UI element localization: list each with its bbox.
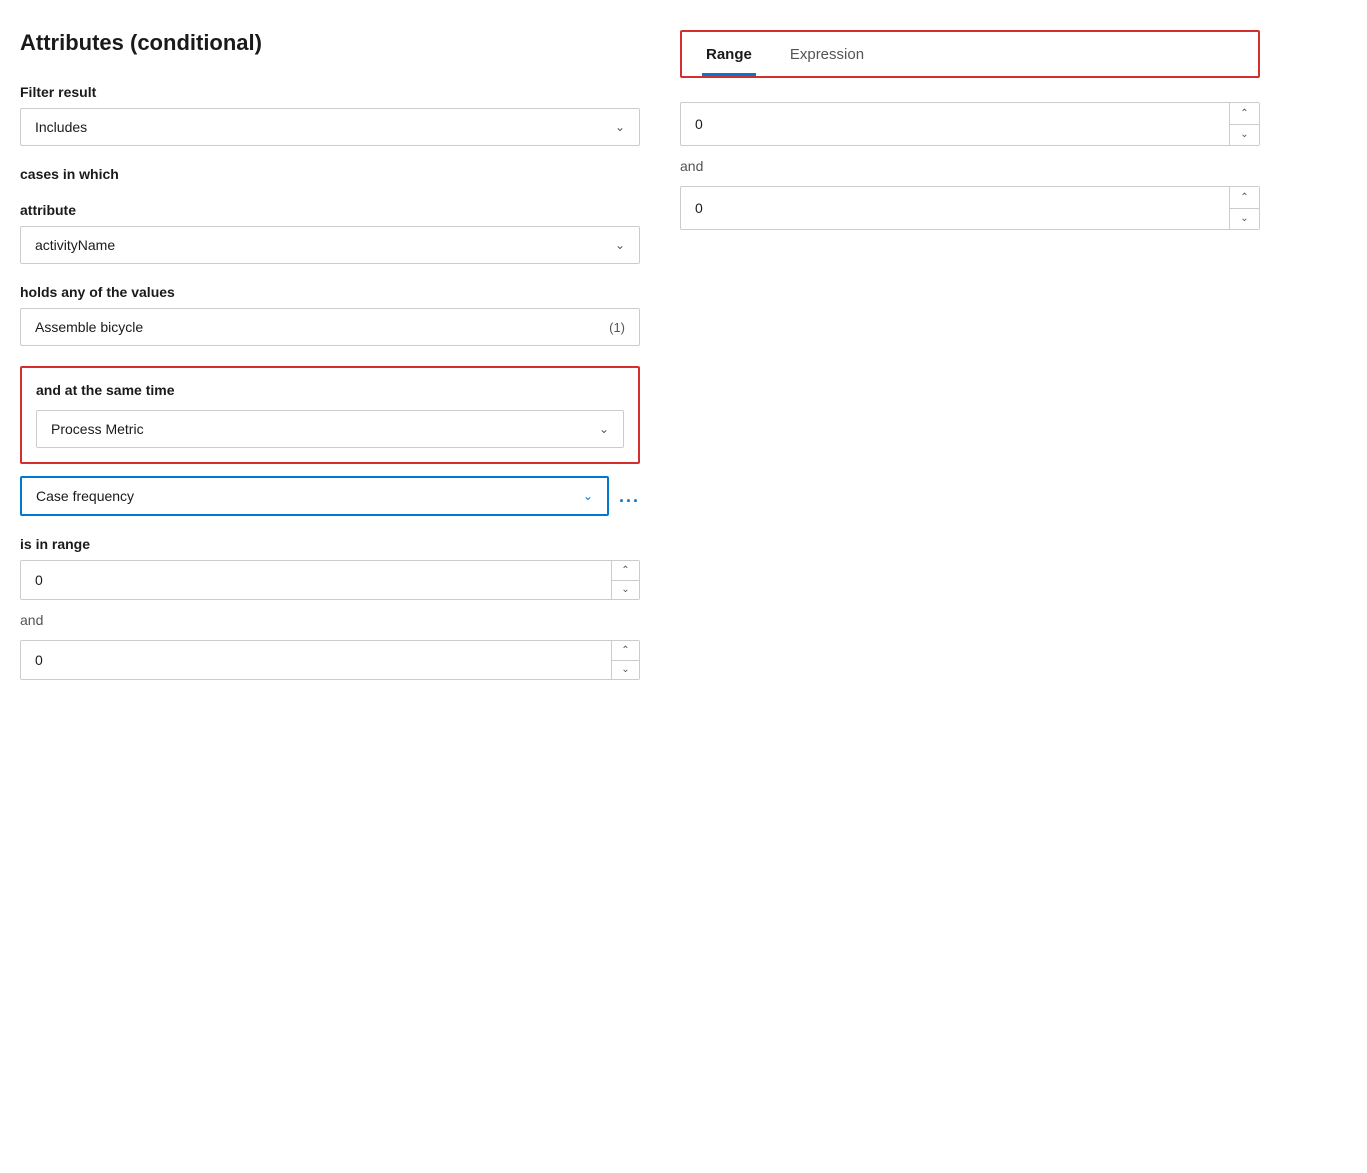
is-in-range-label: is in range: [20, 536, 640, 552]
spinner-2-buttons: ⌃ ⌄: [611, 641, 639, 679]
case-frequency-dropdown[interactable]: Case frequency ⌄: [20, 476, 609, 516]
page-title: Attributes (conditional): [20, 30, 640, 56]
spinner-2-up-button[interactable]: ⌃: [612, 641, 639, 661]
attribute-section: attribute activityName ⌄: [20, 202, 640, 264]
and-label: and: [20, 612, 640, 628]
cases-in-which-label: cases in which: [20, 166, 640, 182]
holds-values-label: holds any of the values: [20, 284, 640, 300]
range-spinner-2[interactable]: 0 ⌃ ⌄: [20, 640, 640, 680]
left-panel: Attributes (conditional) Filter result I…: [20, 30, 640, 1143]
filter-result-dropdown[interactable]: Includes ⌄: [20, 108, 640, 146]
tab-range[interactable]: Range: [702, 40, 756, 76]
chevron-down-icon: ⌄: [615, 120, 625, 134]
filter-result-section: Filter result Includes ⌄: [20, 84, 640, 146]
chevron-down-icon: ⌄: [583, 489, 593, 503]
right-spinner-2-value: 0: [681, 187, 1229, 229]
process-metric-dropdown[interactable]: Process Metric ⌄: [36, 410, 624, 448]
spinner-1-up-button[interactable]: ⌃: [612, 561, 639, 581]
attribute-value: activityName: [35, 237, 115, 253]
cases-in-which-section: cases in which: [20, 166, 640, 182]
right-spinner-2-up-button[interactable]: ⌃: [1230, 187, 1259, 209]
right-spinner-1-up-button[interactable]: ⌃: [1230, 103, 1259, 125]
right-panel: Range Expression 0 ⌃ ⌄ and 0 ⌃ ⌄: [680, 30, 1260, 1143]
tab-expression[interactable]: Expression: [786, 40, 868, 76]
case-frequency-row: Case frequency ⌄ ...: [20, 476, 640, 516]
holds-values-count: (1): [609, 320, 625, 335]
holds-values-field[interactable]: Assemble bicycle (1): [20, 308, 640, 346]
attribute-dropdown[interactable]: activityName ⌄: [20, 226, 640, 264]
right-spinner-2[interactable]: 0 ⌃ ⌄: [680, 186, 1260, 230]
chevron-down-icon: ⌄: [615, 238, 625, 252]
right-spinner-1-value: 0: [681, 103, 1229, 145]
spinner-1-down-button[interactable]: ⌄: [612, 581, 639, 600]
right-spinner-2-buttons: ⌃ ⌄: [1229, 187, 1259, 229]
filter-result-label: Filter result: [20, 84, 640, 100]
chevron-down-icon: ⌄: [599, 422, 609, 436]
tabs-container: Range Expression: [680, 30, 1260, 78]
spinner-2-down-button[interactable]: ⌄: [612, 661, 639, 680]
right-and-label: and: [680, 158, 1260, 174]
right-spinner-1[interactable]: 0 ⌃ ⌄: [680, 102, 1260, 146]
range-value-2: 0: [21, 641, 611, 679]
attribute-label: attribute: [20, 202, 640, 218]
ellipsis-button[interactable]: ...: [619, 486, 640, 507]
holds-values-section: holds any of the values Assemble bicycle…: [20, 284, 640, 346]
filter-result-value: Includes: [35, 119, 87, 135]
and-at-same-time-label: and at the same time: [36, 382, 624, 398]
same-time-highlighted-box: and at the same time Process Metric ⌄: [20, 366, 640, 464]
spinner-1-buttons: ⌃ ⌄: [611, 561, 639, 599]
holds-values-value: Assemble bicycle: [35, 319, 143, 335]
right-spinner-1-down-button[interactable]: ⌄: [1230, 125, 1259, 146]
range-spinner-1[interactable]: 0 ⌃ ⌄: [20, 560, 640, 600]
process-metric-value: Process Metric: [51, 421, 144, 437]
right-spinner-2-down-button[interactable]: ⌄: [1230, 209, 1259, 230]
range-value-1: 0: [21, 561, 611, 599]
is-in-range-section: is in range 0 ⌃ ⌄ and 0 ⌃ ⌄: [20, 536, 640, 680]
right-spinner-1-buttons: ⌃ ⌄: [1229, 103, 1259, 145]
case-frequency-value: Case frequency: [36, 488, 134, 504]
